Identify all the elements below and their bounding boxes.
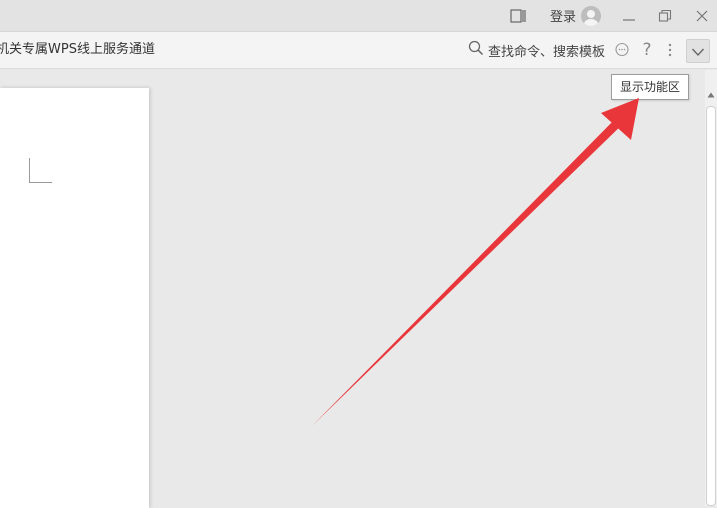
chevron-down-icon bbox=[691, 42, 705, 61]
restore-icon[interactable] bbox=[655, 0, 675, 31]
toolbar: 机关专属WPS线上服务通道 查找命令、搜索模板 ? bbox=[0, 32, 717, 69]
comment-icon[interactable] bbox=[612, 32, 632, 68]
scrollbar-thumb[interactable] bbox=[706, 106, 716, 506]
command-search[interactable]: 查找命令、搜索模板 bbox=[468, 32, 605, 68]
service-banner-link[interactable]: 机关专属WPS线上服务通道 bbox=[0, 32, 155, 68]
avatar-icon bbox=[581, 5, 601, 26]
show-ribbon-tooltip: 显示功能区 bbox=[611, 74, 690, 100]
close-icon[interactable] bbox=[692, 0, 712, 31]
title-bar: 登录 bbox=[0, 0, 717, 32]
minimize-icon[interactable] bbox=[619, 0, 639, 31]
more-icon[interactable] bbox=[662, 32, 678, 68]
avatar[interactable] bbox=[580, 0, 602, 31]
help-icon[interactable]: ? bbox=[637, 32, 657, 68]
document-page[interactable] bbox=[0, 88, 149, 508]
panel-toggle-icon[interactable] bbox=[507, 0, 529, 31]
search-label: 查找命令、搜索模板 bbox=[488, 44, 606, 60]
login-label: 登录 bbox=[549, 10, 576, 25]
search-icon bbox=[468, 40, 484, 60]
margin-corner-mark bbox=[29, 158, 52, 183]
scroll-up-arrow-icon[interactable] bbox=[705, 88, 717, 102]
show-ribbon-button[interactable] bbox=[686, 39, 710, 63]
vertical-scrollbar[interactable] bbox=[705, 70, 717, 506]
login-button[interactable]: 登录 bbox=[548, 0, 578, 31]
